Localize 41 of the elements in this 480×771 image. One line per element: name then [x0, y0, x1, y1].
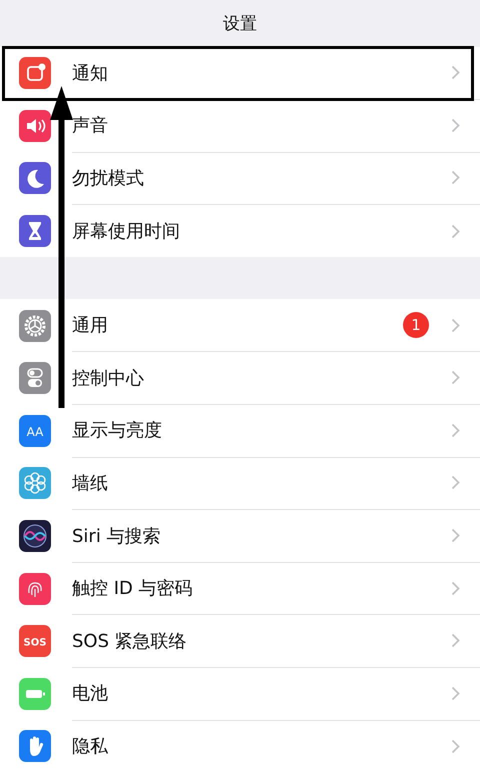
notification-badge: 1: [403, 312, 429, 338]
settings-item[interactable]: 控制中心: [72, 366, 451, 390]
chevron-icon: [451, 170, 460, 186]
chevron-icon: [451, 475, 460, 490]
settings-item[interactable]: Siri 与搜索: [72, 524, 451, 548]
chevron-icon: [451, 528, 460, 544]
chevron-icon: [451, 738, 460, 754]
settings-item[interactable]: 墙纸: [72, 470, 451, 495]
battery-icon: [19, 678, 51, 710]
settings-item[interactable]: 勿扰模式: [72, 166, 451, 190]
chevron-icon: [451, 580, 460, 596]
chevron-icon: [451, 65, 460, 80]
settings-item[interactable]: SOS 紧急联络: [72, 628, 451, 653]
notification-icon: [19, 57, 51, 90]
chevron-icon: [451, 370, 460, 386]
settings-item[interactable]: 触控 ID 与密码: [72, 576, 451, 600]
settings-item[interactable]: 显示与亮度: [72, 418, 451, 442]
flower-icon: [19, 467, 51, 500]
nav-title: 设置: [223, 13, 257, 35]
chevron-icon: [451, 318, 460, 333]
chevron-icon: [451, 118, 460, 133]
hourglass-icon: [19, 215, 51, 248]
text-size-icon: AA: [19, 414, 51, 447]
chevron-icon: [451, 422, 460, 438]
chevron-icon: [451, 224, 460, 239]
speaker-icon: [19, 110, 51, 142]
sos-icon: SOS: [19, 625, 51, 658]
settings-item[interactable]: 电池: [72, 681, 451, 706]
moon-icon: [19, 162, 51, 194]
chevron-icon: [451, 686, 460, 701]
siri-icon: [19, 520, 51, 552]
settings-item[interactable]: 屏幕使用时间: [72, 219, 451, 244]
settings-item[interactable]: 声音: [72, 113, 451, 138]
settings-item[interactable]: 隐私: [72, 734, 451, 758]
toggles-icon: [19, 362, 51, 394]
fingerprint-icon: [19, 572, 51, 605]
gear-icon: [19, 310, 51, 342]
settings-item[interactable]: 通用: [72, 313, 403, 338]
settings-item[interactable]: 通知: [72, 60, 451, 85]
chevron-icon: [451, 633, 460, 648]
hand-icon: [19, 730, 51, 762]
